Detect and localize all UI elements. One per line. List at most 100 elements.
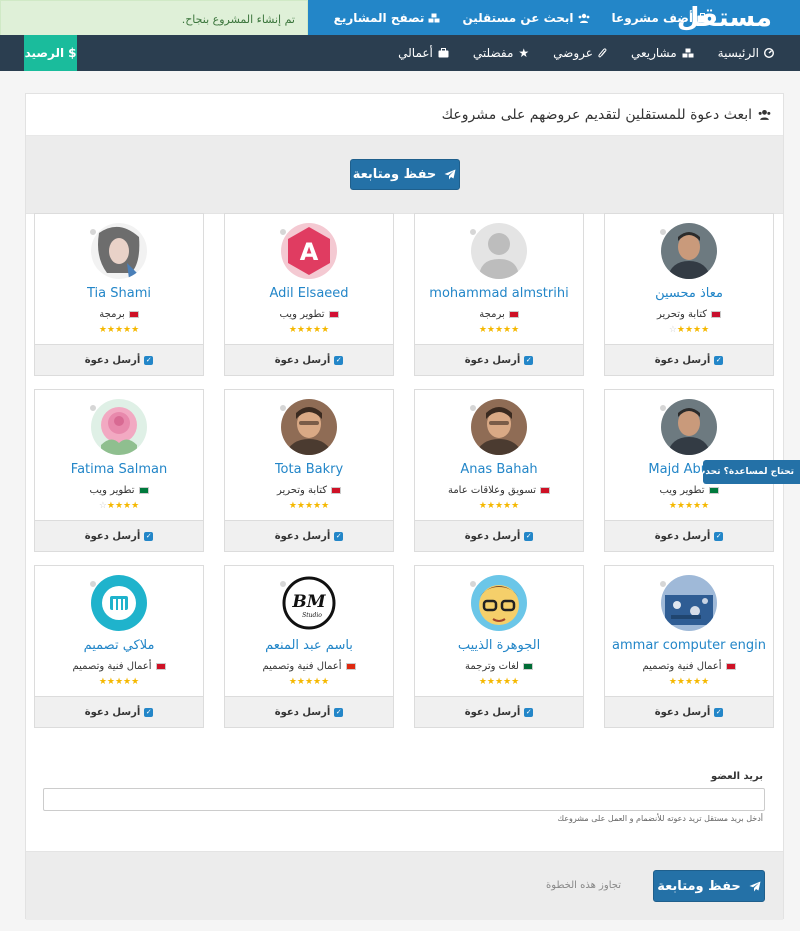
subnav-my-works[interactable]: أعمالي bbox=[398, 46, 449, 60]
send-invite-toggle[interactable]: ✓ أرسل دعوة bbox=[225, 520, 393, 551]
checkbox-checked-icon[interactable]: ✓ bbox=[334, 355, 344, 365]
svg-text:Studio: Studio bbox=[302, 612, 322, 619]
checkbox-checked-icon[interactable]: ✓ bbox=[714, 707, 724, 717]
country-flag-icon bbox=[508, 311, 519, 318]
checkbox-checked-icon[interactable]: ✓ bbox=[144, 531, 154, 541]
avatar[interactable] bbox=[91, 223, 147, 279]
freelancer-name[interactable]: mohammad almstrihi bbox=[429, 286, 568, 301]
freelancer-name[interactable]: Tota Bakry bbox=[275, 462, 343, 477]
freelancer-name[interactable]: معاذ محسين bbox=[655, 286, 723, 301]
send-invite-label: أرسل دعوة bbox=[464, 706, 521, 718]
freelancer-card: معاذ محسين كتابة وتحرير ★★★★☆ ✓ أرسل دعو… bbox=[604, 213, 774, 376]
save-continue-button-bottom[interactable]: حفظ ومتابعة bbox=[653, 870, 765, 902]
freelancer-name[interactable]: الجوهرة الذييب bbox=[458, 638, 540, 653]
avatar[interactable] bbox=[281, 399, 337, 455]
country-flag-icon bbox=[540, 487, 551, 494]
nav-add-project-label: أضف مشروعا bbox=[611, 10, 693, 25]
freelancer-skill: تطوير ويب bbox=[659, 485, 719, 496]
subnav-favorites[interactable]: ★ مفضلتي bbox=[473, 46, 529, 60]
member-email-input[interactable] bbox=[43, 788, 765, 811]
freelancer-info: ammar computer engin أعمال فنية وتصميم ★… bbox=[605, 566, 773, 696]
freelancer-grid: معاذ محسين كتابة وتحرير ★★★★☆ ✓ أرسل دعو… bbox=[34, 213, 774, 728]
freelancer-name[interactable]: Adil Elsaeed bbox=[269, 286, 348, 301]
checkbox-checked-icon[interactable]: ✓ bbox=[334, 531, 344, 541]
rating-stars: ★★★★★ bbox=[98, 325, 140, 335]
avatar[interactable] bbox=[471, 575, 527, 631]
panel-heading: ابعث دعوة للمستقلين لتقديم عروضهم على مش… bbox=[26, 94, 783, 136]
avatar[interactable] bbox=[471, 399, 527, 455]
country-flag-icon bbox=[708, 487, 719, 494]
freelancer-name[interactable]: ammar computer engin bbox=[612, 638, 766, 653]
sub-navbar: الرئيسية مشاريعي عروضي ★ مفضلتي أعمالي bbox=[0, 35, 800, 71]
balance-button[interactable]: $ الرصيد bbox=[24, 35, 77, 71]
freelancer-name[interactable]: ملاكي تصميم bbox=[84, 638, 155, 653]
avatar[interactable]: BM Studio bbox=[281, 575, 337, 631]
subnav-my-bids[interactable]: عروضي bbox=[553, 46, 607, 60]
success-toast: تم إنشاء المشروع بنجاح. bbox=[0, 0, 308, 38]
skill-label: كتابة وتحرير bbox=[656, 309, 708, 320]
dollar-icon: $ bbox=[68, 46, 77, 60]
freelancer-info: Anas Bahah تسويق وعلاقات عامة ★★★★★ bbox=[415, 390, 583, 520]
freelancer-skill: أعمال فنية وتصميم bbox=[72, 661, 166, 672]
freelancer-name[interactable]: Tia Shami bbox=[87, 286, 151, 301]
nav-add-project[interactable]: أضف مشروعا bbox=[612, 11, 708, 25]
send-invite-toggle[interactable]: ✓ أرسل دعوة bbox=[415, 520, 583, 551]
freelancer-card: ammar computer engin أعمال فنية وتصميم ★… bbox=[604, 565, 774, 728]
avatar[interactable] bbox=[661, 223, 717, 279]
send-invite-toggle[interactable]: ✓ أرسل دعوة bbox=[35, 696, 203, 727]
freelancer-info: mohammad almstrihi برمجة ★★★★★ bbox=[415, 214, 583, 344]
freelancer-name[interactable]: باسم عبد المنعم bbox=[265, 638, 353, 653]
subnav-home-label: الرئيسية bbox=[717, 46, 759, 60]
help-chat-tab[interactable]: تحتاج لمساعدة؟ تحدث معنا bbox=[703, 460, 800, 484]
rating-stars: ★★★★★ bbox=[288, 501, 330, 511]
send-invite-toggle[interactable]: ✓ أرسل دعوة bbox=[415, 696, 583, 727]
checkbox-checked-icon[interactable]: ✓ bbox=[144, 707, 154, 717]
checkbox-checked-icon[interactable]: ✓ bbox=[524, 355, 534, 365]
svg-text:BM: BM bbox=[291, 592, 326, 612]
checkbox-checked-icon[interactable]: ✓ bbox=[714, 355, 724, 365]
checkbox-checked-icon[interactable]: ✓ bbox=[714, 531, 724, 541]
freelancer-info: الجوهرة الذييب لغات وترجمة ★★★★★ bbox=[415, 566, 583, 696]
send-invite-toggle[interactable]: ✓ أرسل دعوة bbox=[605, 520, 773, 551]
send-invite-toggle[interactable]: ✓ أرسل دعوة bbox=[35, 520, 203, 551]
avatar[interactable]: A bbox=[281, 223, 337, 279]
send-invite-label: أرسل دعوة bbox=[84, 354, 141, 366]
freelancer-card: A Adil Elsaeed تطوير ويب ★★★★★ ✓ أرسل دع… bbox=[224, 213, 394, 376]
avatar[interactable] bbox=[91, 399, 147, 455]
send-invite-toggle[interactable]: ✓ أرسل دعوة bbox=[415, 344, 583, 375]
subnav-my-projects[interactable]: مشاريعي bbox=[631, 46, 694, 60]
send-invite-toggle[interactable]: ✓ أرسل دعوة bbox=[225, 696, 393, 727]
send-invite-toggle[interactable]: ✓ أرسل دعوة bbox=[225, 344, 393, 375]
freelancer-card: Fatima Salman تطوير ويب ★★★★☆ ✓ أرسل دعو… bbox=[34, 389, 204, 552]
send-invite-label: أرسل دعوة bbox=[654, 354, 711, 366]
avatar[interactable] bbox=[471, 223, 527, 279]
skill-label: أعمال فنية وتصميم bbox=[72, 661, 152, 672]
avatar[interactable] bbox=[661, 399, 717, 455]
send-invite-toggle[interactable]: ✓ أرسل دعوة bbox=[35, 344, 203, 375]
freelancer-name[interactable]: Anas Bahah bbox=[460, 462, 537, 477]
skill-label: تطوير ويب bbox=[279, 309, 325, 320]
send-invite-toggle[interactable]: ✓ أرسل دعوة bbox=[605, 344, 773, 375]
skill-label: أعمال فنية وتصميم bbox=[642, 661, 722, 672]
rating-stars: ★★★★☆ bbox=[98, 501, 140, 511]
rating-stars: ★★★★★ bbox=[478, 677, 520, 687]
avatar[interactable] bbox=[661, 575, 717, 631]
country-flag-icon bbox=[138, 487, 149, 494]
freelancer-name[interactable]: Fatima Salman bbox=[71, 462, 167, 477]
subnav-home[interactable]: الرئيسية bbox=[718, 46, 774, 60]
avatar[interactable] bbox=[91, 575, 147, 631]
checkbox-checked-icon[interactable]: ✓ bbox=[524, 531, 534, 541]
rating-stars: ★★★★★ bbox=[98, 677, 140, 687]
send-invite-toggle[interactable]: ✓ أرسل دعوة bbox=[605, 696, 773, 727]
bottom-action-bar: حفظ ومتابعة تجاوز هذه الخطوة bbox=[26, 851, 783, 920]
checkbox-checked-icon[interactable]: ✓ bbox=[334, 707, 344, 717]
nav-find-freelancers[interactable]: ابحث عن مستقلين bbox=[462, 11, 589, 25]
country-flag-icon bbox=[725, 663, 736, 670]
skip-step-link[interactable]: تجاوز هذه الخطوة bbox=[546, 880, 621, 891]
checkbox-checked-icon[interactable]: ✓ bbox=[524, 707, 534, 717]
send-invite-label: أرسل دعوة bbox=[274, 530, 331, 542]
checkbox-checked-icon[interactable]: ✓ bbox=[144, 355, 154, 365]
sub-nav: الرئيسية مشاريعي عروضي ★ مفضلتي أعمالي bbox=[398, 35, 774, 71]
nav-browse-projects[interactable]: تصفح المشاريع bbox=[334, 11, 441, 25]
save-continue-button-top[interactable]: حفظ ومتابعة bbox=[349, 159, 460, 190]
